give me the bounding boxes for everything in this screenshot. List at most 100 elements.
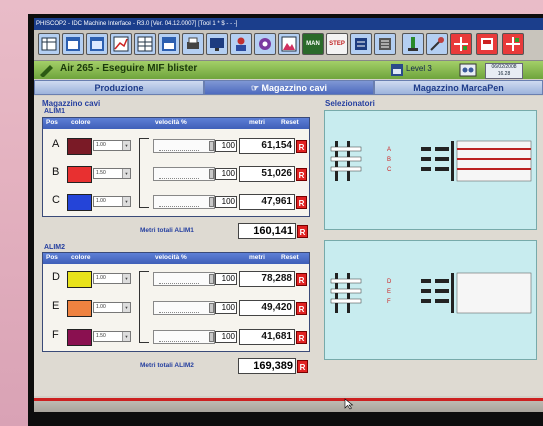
- tab-magazzino-cavi[interactable]: ☞ Magazzino cavi: [204, 80, 374, 95]
- step-button[interactable]: STEP: [326, 33, 348, 55]
- pos-label: F: [52, 329, 59, 341]
- chevron-down-icon[interactable]: ▼: [122, 169, 130, 178]
- selezionatore-panel-bottom: D E F: [324, 240, 537, 360]
- size-value: 1.00: [96, 304, 106, 310]
- tab-produzione[interactable]: Produzione: [34, 80, 204, 95]
- speed-slider[interactable]: [153, 330, 215, 344]
- selector-letter: B: [387, 157, 391, 163]
- color-swatch[interactable]: [67, 300, 92, 317]
- slider-thumb[interactable]: [209, 274, 214, 284]
- header-metri: metri: [249, 119, 265, 126]
- chevron-down-icon[interactable]: ▼: [122, 303, 130, 312]
- size-value: 1.00: [96, 275, 106, 281]
- header-reset: Reset: [281, 254, 299, 261]
- size-spinner[interactable]: 1.50 ▼: [93, 168, 131, 179]
- alim2-total-value: 169,389: [238, 358, 296, 374]
- date-time-box: 06/02/2008 16.28: [485, 63, 523, 79]
- color-swatch[interactable]: [67, 271, 92, 288]
- grid-icon[interactable]: [38, 33, 60, 55]
- header-pos: Pos: [46, 119, 58, 126]
- monitor-icon[interactable]: [206, 33, 228, 55]
- window-icon[interactable]: [158, 33, 180, 55]
- slider-thumb[interactable]: [209, 303, 214, 313]
- grid-icon[interactable]: [134, 33, 156, 55]
- metri-value: 78,288: [239, 271, 295, 287]
- reset-button[interactable]: R: [296, 196, 307, 209]
- size-value: 1.00: [96, 142, 106, 148]
- reset-button[interactable]: R: [296, 273, 307, 286]
- pos-label: D: [52, 271, 60, 283]
- slider-thumb[interactable]: [209, 141, 214, 151]
- metri-value: 47,961: [239, 194, 295, 210]
- person-icon[interactable]: [402, 33, 424, 55]
- chevron-down-icon[interactable]: ▼: [122, 197, 130, 206]
- red-box-icon[interactable]: [476, 33, 498, 55]
- image-icon[interactable]: [278, 33, 300, 55]
- size-value: 1.50: [96, 170, 106, 176]
- header-reset: Reset: [281, 119, 299, 126]
- alim1-panel: Pos colore velocità % metri Reset A 1.00…: [42, 117, 310, 217]
- alim1-total-reset-button[interactable]: R: [297, 225, 308, 238]
- selector-letter: D: [387, 279, 392, 285]
- reset-button[interactable]: R: [296, 168, 307, 181]
- speed-slider[interactable]: [153, 195, 215, 209]
- red-grid-icon[interactable]: [450, 33, 472, 55]
- color-swatch[interactable]: [67, 329, 92, 346]
- size-spinner[interactable]: 1.00 ▼: [93, 196, 131, 207]
- reset-button[interactable]: R: [296, 302, 307, 315]
- printer-icon[interactable]: [182, 33, 204, 55]
- person-icon[interactable]: [230, 33, 252, 55]
- speed-slider[interactable]: [153, 139, 215, 153]
- date-text: 06/02/2008: [491, 64, 517, 70]
- mouse-cursor-icon: [344, 398, 354, 410]
- alim1-label: ALIM1: [44, 108, 65, 115]
- speed-slider[interactable]: [153, 272, 215, 286]
- selector-diagram-top: A B C: [330, 140, 532, 182]
- chevron-down-icon[interactable]: ▼: [122, 141, 130, 150]
- selector-letter: F: [387, 299, 391, 305]
- list-icon[interactable]: [350, 33, 372, 55]
- chevron-down-icon[interactable]: ▼: [122, 274, 130, 283]
- pos-label: E: [52, 300, 60, 312]
- header-colore: colore: [71, 254, 91, 261]
- header-velocita: velocità %: [155, 119, 187, 126]
- settings-icon[interactable]: [254, 33, 276, 55]
- reset-button[interactable]: R: [296, 331, 307, 344]
- window-icon[interactable]: [86, 33, 108, 55]
- speed-slider[interactable]: [153, 167, 215, 181]
- color-swatch[interactable]: [67, 166, 92, 183]
- speed-value: 100: [215, 168, 237, 180]
- man-button[interactable]: MAN: [302, 33, 324, 55]
- size-value: 1.50: [96, 333, 106, 339]
- size-spinner[interactable]: 1.00 ▼: [93, 302, 131, 313]
- list-icon[interactable]: [374, 33, 396, 55]
- size-spinner[interactable]: 1.50 ▼: [93, 331, 131, 342]
- red-grid-icon[interactable]: [502, 33, 524, 55]
- status-title: Air 265 - Eseguire MIF blister: [60, 63, 198, 74]
- window-title: PHISCOP2 - IDC Machine Interface - R3.0 …: [34, 18, 543, 30]
- alim2-total-reset-button[interactable]: R: [297, 360, 308, 373]
- toolbar: MAN STEP: [34, 30, 543, 61]
- window-icon[interactable]: [62, 33, 84, 55]
- alarm-strip: [34, 398, 543, 401]
- speed-slider[interactable]: [153, 301, 215, 315]
- color-swatch[interactable]: [67, 138, 92, 155]
- tab-magazzino-marcapen[interactable]: Magazzino MarcaPen: [374, 80, 543, 95]
- slider-thumb[interactable]: [209, 197, 214, 207]
- size-spinner[interactable]: 1.00 ▼: [93, 140, 131, 151]
- speed-value: 100: [215, 331, 237, 343]
- content-area: Magazzino cavi Selezionatori ALIM1 Pos c…: [34, 96, 543, 396]
- size-spinner[interactable]: 1.00 ▼: [93, 273, 131, 284]
- color-swatch[interactable]: [67, 194, 92, 211]
- metri-value: 61,154: [239, 138, 295, 154]
- group-icon: [459, 63, 477, 77]
- tools-icon[interactable]: [426, 33, 448, 55]
- section-title: Magazzino cavi: [42, 99, 101, 108]
- alim2-total-label: Metri totali ALIM2: [140, 362, 194, 369]
- reset-button[interactable]: R: [296, 140, 307, 153]
- slider-thumb[interactable]: [209, 169, 214, 179]
- chart-icon[interactable]: [110, 33, 132, 55]
- alim1-header: Pos colore velocità % metri Reset: [43, 118, 309, 129]
- chevron-down-icon[interactable]: ▼: [122, 332, 130, 341]
- slider-thumb[interactable]: [209, 332, 214, 342]
